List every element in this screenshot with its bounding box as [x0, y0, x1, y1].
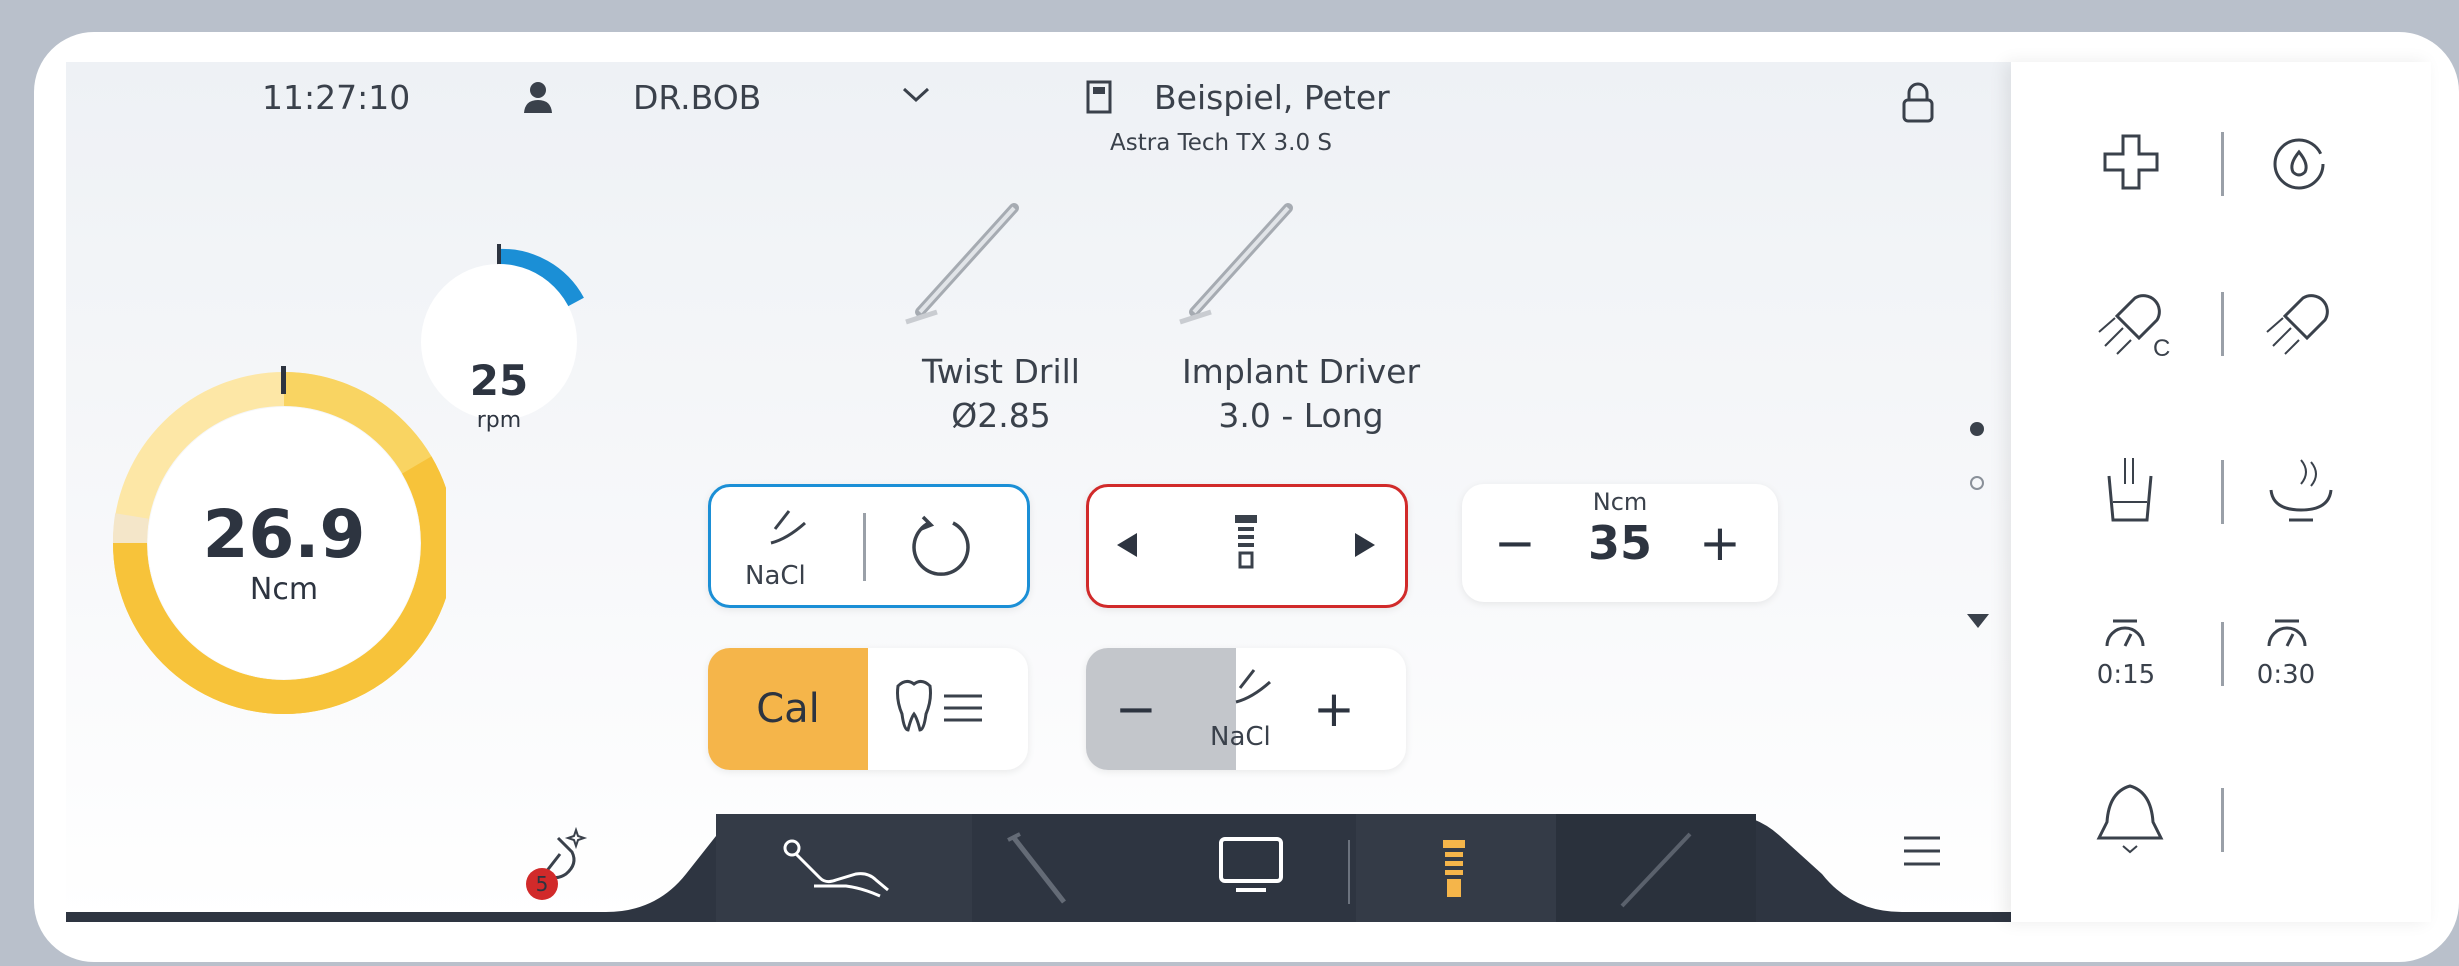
patient-file-icon	[1086, 80, 1112, 118]
page-dot-active[interactable]	[1970, 422, 1984, 436]
light-icon[interactable]	[2259, 288, 2339, 364]
monitor-icon[interactable]	[1218, 836, 1284, 900]
triangle-down-icon[interactable]	[1966, 612, 1990, 634]
increase-coolant-button[interactable]: +	[1304, 680, 1364, 738]
timer-2-label[interactable]: 0:30	[2241, 660, 2331, 690]
divider	[2221, 622, 2224, 686]
coolant-flow-label: NaCl	[1210, 722, 1271, 752]
drill-nav-icon[interactable]	[1616, 830, 1696, 914]
instrument-1-name: Twist Drill	[922, 352, 1080, 391]
bell-icon[interactable]	[2095, 782, 2165, 862]
user-name[interactable]: DR.BOB	[633, 78, 761, 117]
nav-divider	[1348, 840, 1350, 904]
divider	[2221, 132, 2224, 196]
coolant-icon	[1234, 666, 1278, 710]
torque-value: 26.9	[202, 496, 366, 573]
instrument-1-detail: Ø2.85	[951, 396, 1051, 435]
main-screen: 11:27:10 DR.BOB Beispiel, Peter Astra Te…	[66, 62, 2011, 922]
speed-unit: rpm	[476, 408, 522, 433]
patient-name[interactable]: Beispiel, Peter	[1154, 78, 1390, 117]
divider	[863, 513, 866, 581]
timer-icon[interactable]	[2265, 618, 2309, 652]
speed-value: 25	[469, 356, 529, 405]
torque-gauge: 26.9 Ncm	[66, 346, 446, 746]
torque-limit-stepper[interactable]: Ncm − 35 +	[1462, 484, 1778, 602]
decrease-coolant-button[interactable]: −	[1106, 680, 1166, 738]
rotation-icon[interactable]	[907, 513, 975, 585]
coolant-icon	[769, 507, 813, 551]
notification-badge: 5	[526, 868, 558, 900]
instrument-2-name: Implant Driver	[1181, 352, 1421, 391]
torque-unit: Ncm	[249, 572, 319, 607]
implant-nav-icon[interactable]	[1442, 838, 1466, 904]
coolant-label: NaCl	[745, 561, 806, 591]
timer-icon[interactable]	[2103, 618, 2147, 652]
light-c-icon[interactable]: C	[2095, 288, 2175, 364]
arrow-right-icon[interactable]	[1353, 531, 1377, 563]
cal-button[interactable]: Cal	[708, 648, 868, 770]
implant-icon	[1233, 513, 1259, 581]
page-dot[interactable]	[1970, 476, 1984, 490]
speed-gauge: 25 rpm	[416, 212, 676, 472]
implant-system: Astra Tech TX 3.0 S	[1110, 130, 1333, 156]
divider	[2221, 292, 2224, 356]
torque-limit-unit: Ncm	[1592, 488, 1648, 516]
clock: 11:27:10	[262, 78, 411, 117]
user-icon	[523, 80, 553, 118]
lock-icon[interactable]	[1901, 82, 1935, 128]
side-panel: C 0:15 0:30	[2011, 62, 2431, 922]
water-drop-icon[interactable]	[2269, 134, 2329, 198]
dental-chair-icon[interactable]	[776, 834, 896, 908]
tooth-list-icon[interactable]	[892, 678, 992, 742]
menu-icon[interactable]	[1902, 834, 1942, 872]
divider	[2221, 460, 2224, 524]
cup-fill-icon[interactable]	[2105, 454, 2155, 528]
svg-text:C: C	[2153, 335, 2170, 360]
plus-icon[interactable]	[2101, 132, 2161, 196]
bottom-navigation: 5	[66, 814, 2011, 922]
coolant-flow-stepper[interactable]: − NaCl +	[1086, 648, 1406, 770]
bowl-rinse-icon[interactable]	[2267, 454, 2337, 528]
coolant-rotation-control[interactable]: NaCl	[708, 484, 1030, 608]
handpiece-icon[interactable]	[1006, 832, 1076, 912]
twist-drill-image[interactable]	[902, 200, 1022, 334]
calibration-control[interactable]: Cal	[708, 648, 1028, 770]
timer-1-label[interactable]: 0:15	[2081, 660, 2171, 690]
implant-direction-control[interactable]	[1086, 484, 1408, 608]
increase-torque-button[interactable]: +	[1690, 514, 1750, 572]
divider	[2221, 788, 2224, 852]
arrow-left-icon[interactable]	[1115, 531, 1139, 563]
instrument-2-detail: 3.0 - Long	[1218, 396, 1384, 435]
torque-limit-value: 35	[1587, 516, 1652, 570]
chevron-down-icon[interactable]	[902, 86, 930, 108]
implant-driver-image[interactable]	[1176, 200, 1296, 334]
decrease-torque-button[interactable]: −	[1490, 514, 1540, 572]
